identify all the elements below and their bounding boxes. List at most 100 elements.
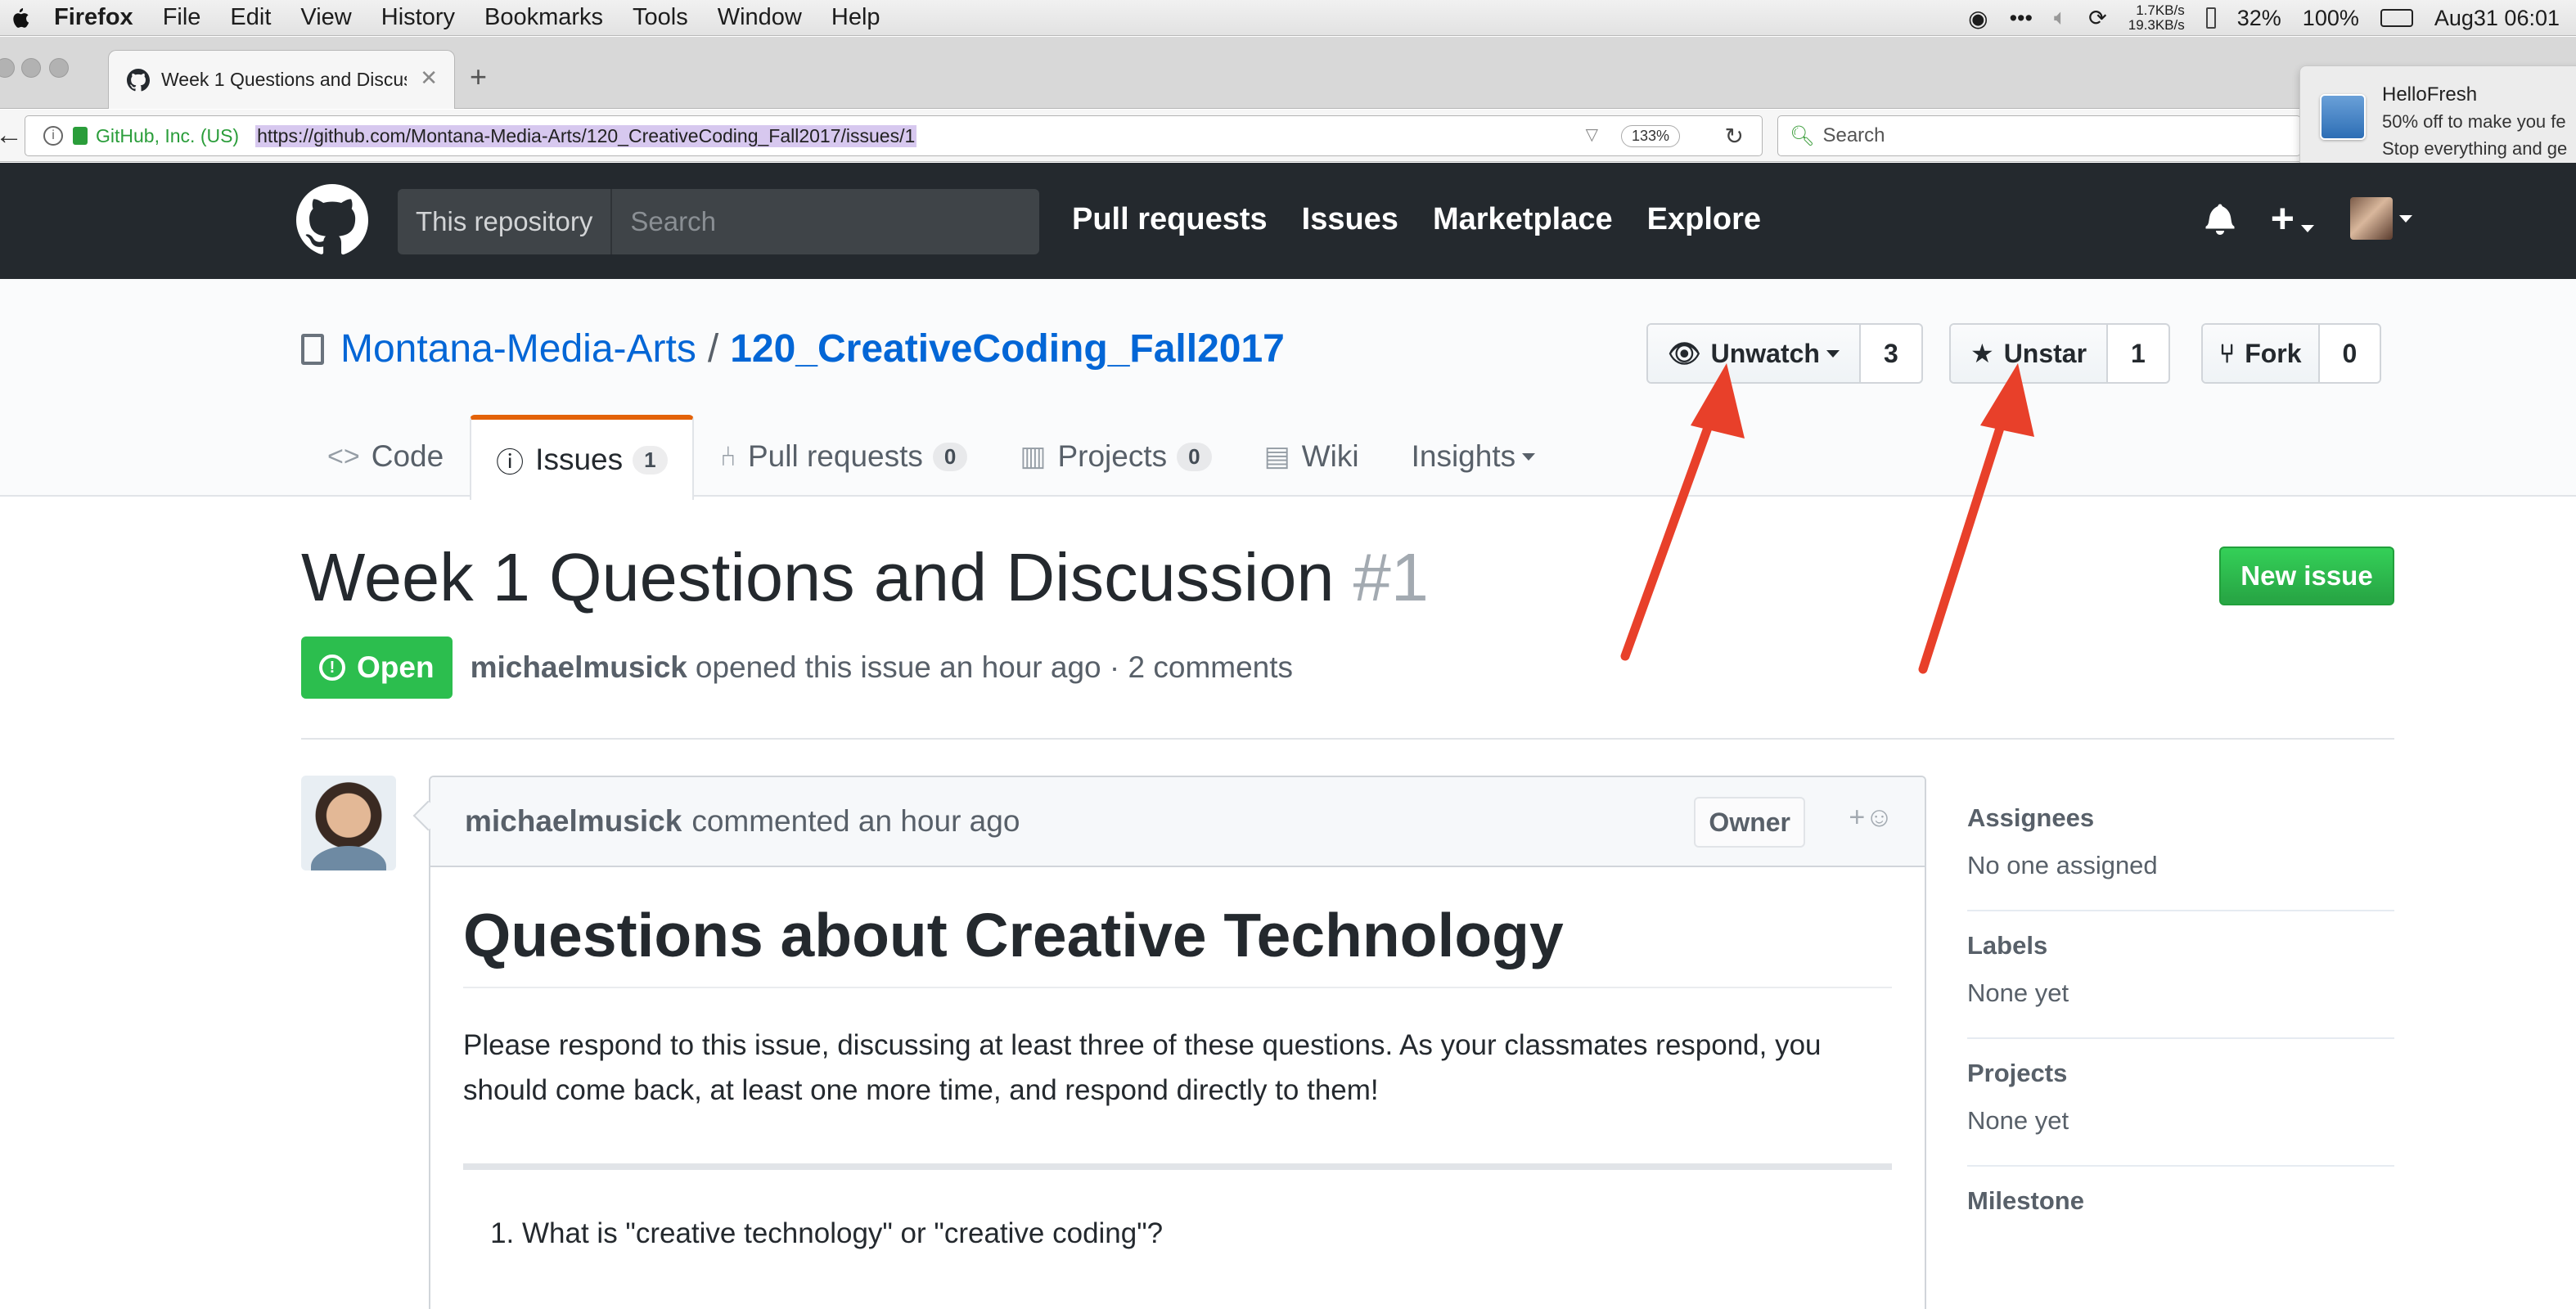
comment-timestamp[interactable]: commented an hour ago xyxy=(691,804,1020,839)
comment-author-avatar[interactable] xyxy=(301,776,396,870)
net-down: 19.3KB/s xyxy=(2128,17,2185,33)
assignees-title[interactable]: Assignees xyxy=(1967,803,2394,833)
notification-title: HelloFresh xyxy=(2382,83,2478,106)
sync-icon[interactable]: ⟳ xyxy=(2088,6,2107,31)
chevron-down-icon xyxy=(1826,349,1840,358)
nav-pull-requests[interactable]: Pull requests xyxy=(1072,202,1268,237)
tab-issues[interactable]: ⓘ Issues 1 xyxy=(470,415,694,500)
chevron-down-icon xyxy=(2301,225,2314,233)
unwatch-button[interactable]: 👁︎ Unwatch xyxy=(1648,325,1861,382)
fork-button-group: ⑂ Fork 0 xyxy=(2201,323,2382,384)
sidebar-milestone[interactable]: Milestone xyxy=(1967,1167,2394,1263)
nav-marketplace[interactable]: Marketplace xyxy=(1433,202,1613,237)
tab-pull-requests[interactable]: ⑃ Pull requests 0 xyxy=(694,415,994,497)
tab-projects-counter: 0 xyxy=(1177,442,1212,471)
fork-label: Fork xyxy=(2245,338,2302,368)
star-button-group: ★ Unstar 1 xyxy=(1949,323,2170,384)
repo-owner-link[interactable]: Montana-Media-Arts xyxy=(340,326,696,371)
issue-number: #1 xyxy=(1353,539,1429,615)
create-new-menu[interactable]: + xyxy=(2271,198,2314,239)
star-icon: ★ xyxy=(1970,339,1994,368)
unwatch-label: Unwatch xyxy=(1710,338,1820,368)
projects-title[interactable]: Projects xyxy=(1967,1059,2394,1088)
more-icon[interactable]: ••• xyxy=(2010,6,2033,31)
avatar xyxy=(2350,197,2393,240)
forks-count[interactable]: 0 xyxy=(2320,325,2380,382)
tab-insights-label: Insights xyxy=(1411,439,1516,473)
issue-title: Week 1 Questions and Discussion #1 xyxy=(301,538,1429,617)
net-up: 1.7KB/s xyxy=(2136,2,2185,18)
sidebar-projects[interactable]: Projects None yet xyxy=(1967,1039,2394,1167)
window-minimize-dot[interactable] xyxy=(21,58,41,78)
battery-charging-icon[interactable] xyxy=(2380,9,2413,27)
lock-icon[interactable] xyxy=(73,127,88,145)
back-arrow-icon[interactable]: ← xyxy=(0,119,23,151)
notification-line-2: Stop everything and ge xyxy=(2382,138,2568,159)
nav-explore[interactable]: Explore xyxy=(1647,202,1761,237)
projects-value: None yet xyxy=(1967,1106,2069,1135)
fork-button[interactable]: ⑂ Fork xyxy=(2203,325,2320,382)
code-icon: <> xyxy=(327,440,360,472)
tab-close-icon[interactable]: ✕ xyxy=(420,65,438,91)
sidebar-assignees[interactable]: Assignees No one assigned xyxy=(1967,785,2394,911)
tab-code[interactable]: <> Code xyxy=(301,415,470,497)
tab-insights[interactable]: Insights xyxy=(1385,415,1562,497)
new-tab-icon[interactable]: + xyxy=(470,60,487,94)
reload-icon[interactable]: ↻ xyxy=(1725,123,1744,150)
search-scope-label[interactable]: This repository xyxy=(398,189,613,254)
zoom-indicator[interactable]: 133% xyxy=(1620,125,1680,147)
add-reaction-icon[interactable]: +☺ xyxy=(1849,802,1894,834)
user-menu[interactable] xyxy=(2350,197,2412,240)
comment-author-link[interactable]: michaelmusick xyxy=(465,804,682,839)
github-favicon-icon xyxy=(127,68,150,91)
window-close-dot[interactable] xyxy=(0,58,15,78)
tab-projects[interactable]: ▥ Projects 0 xyxy=(993,415,1237,497)
menu-app-name[interactable]: Firefox xyxy=(54,4,133,31)
wifi-icon[interactable]: ◉ xyxy=(1968,5,1988,32)
window-zoom-dot[interactable] xyxy=(49,58,69,78)
page-actions-icon[interactable]: ▽ xyxy=(1586,124,1598,145)
menu-view[interactable]: View xyxy=(300,4,351,31)
apple-icon[interactable] xyxy=(10,6,29,30)
browser-tab-active[interactable]: Week 1 Questions and Discus ✕ xyxy=(108,50,455,109)
milestone-title[interactable]: Milestone xyxy=(1967,1186,2394,1216)
volume-icon[interactable]: 🔈︎ xyxy=(2054,5,2067,31)
labels-title[interactable]: Labels xyxy=(1967,931,2394,960)
url-bar[interactable]: i GitHub, Inc. (US) https://github.com/M… xyxy=(25,115,1763,156)
github-search[interactable]: This repository Search xyxy=(398,189,1039,254)
question-list: What is "creative technology" or "creati… xyxy=(463,1217,1892,1250)
url-text[interactable]: https://github.com/Montana-Media-Arts/12… xyxy=(255,124,917,147)
menu-file[interactable]: File xyxy=(163,4,201,31)
unstar-button[interactable]: ★ Unstar xyxy=(1951,325,2109,382)
stargazers-count[interactable]: 1 xyxy=(2108,325,2168,382)
nav-issues[interactable]: Issues xyxy=(1302,202,1398,237)
site-identity[interactable]: GitHub, Inc. (US) xyxy=(96,125,239,147)
menu-edit[interactable]: Edit xyxy=(230,4,271,31)
menu-bookmarks[interactable]: Bookmarks xyxy=(484,4,603,31)
menu-tools[interactable]: Tools xyxy=(633,4,688,31)
sidebar-labels[interactable]: Labels None yet xyxy=(1967,911,2394,1039)
issue-author-link[interactable]: michaelmusick xyxy=(471,650,687,685)
clock[interactable]: Aug31 06:01 xyxy=(2434,6,2560,31)
github-logo-icon[interactable] xyxy=(296,184,368,256)
new-issue-button[interactable]: New issue xyxy=(2219,547,2394,605)
tab-wiki[interactable]: ▤ Wiki xyxy=(1238,415,1385,497)
menu-window[interactable]: Window xyxy=(718,4,802,31)
discussion-divider xyxy=(301,738,2394,740)
watchers-count[interactable]: 3 xyxy=(1861,325,1921,382)
watch-button-group: 👁︎ Unwatch 3 xyxy=(1646,323,1923,384)
comment-body: Questions about Creative Technology Plea… xyxy=(430,867,1925,1250)
menu-history[interactable]: History xyxy=(381,4,455,31)
search-engine-icon[interactable]: 🔍︎ xyxy=(1790,124,1814,148)
tab-pull-requests-label: Pull requests xyxy=(747,439,923,473)
browser-search-input[interactable]: 🔍︎ Search xyxy=(1777,115,2301,156)
unstar-label: Unstar xyxy=(2003,338,2087,368)
menu-help[interactable]: Help xyxy=(831,4,880,31)
info-icon[interactable]: i xyxy=(43,126,63,146)
notification-bell-icon[interactable] xyxy=(2205,202,2235,235)
repo-name-link[interactable]: 120_CreativeCoding_Fall2017 xyxy=(730,326,1285,371)
github-search-input[interactable]: Search xyxy=(612,206,716,237)
tab-wiki-label: Wiki xyxy=(1301,439,1359,473)
owner-badge: Owner xyxy=(1694,797,1805,848)
notification-banner[interactable]: HelloFresh 50% off to make you fe Stop e… xyxy=(2299,65,2576,170)
